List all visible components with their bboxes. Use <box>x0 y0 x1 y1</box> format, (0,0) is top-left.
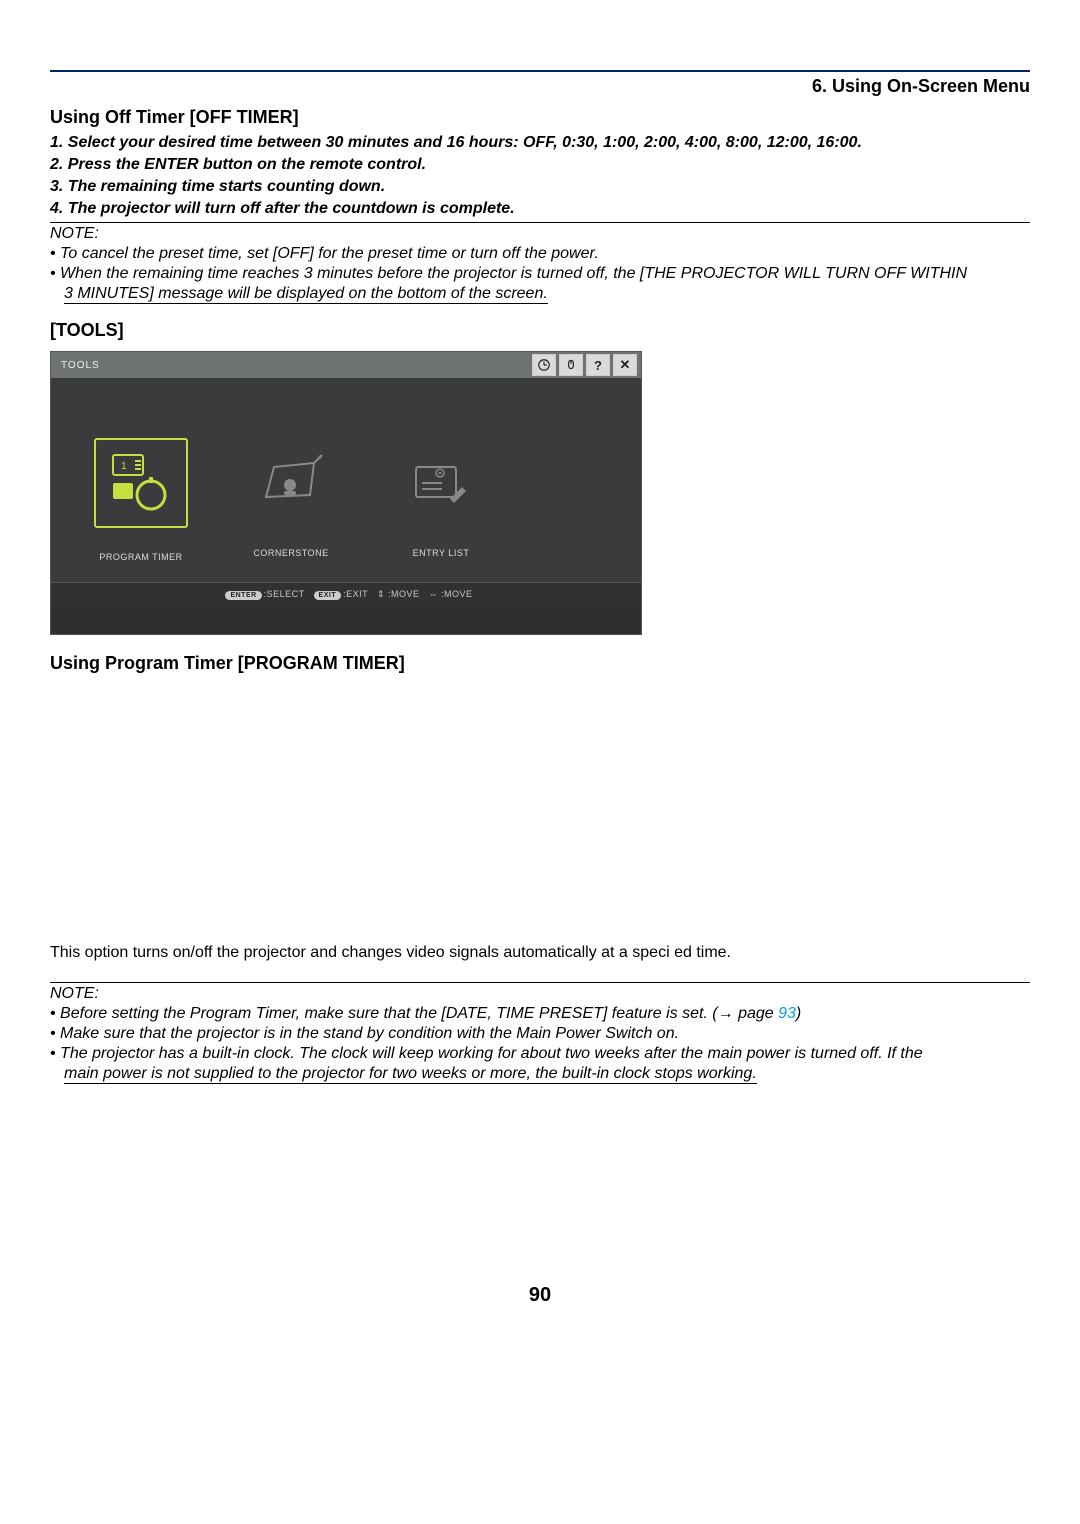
pt-note-1: • Before setting the Program Timer, make… <box>50 1005 1030 1023</box>
pt-note-3b: main power is not supplied to the projec… <box>64 1065 757 1084</box>
off-timer-note-2a: • When the remaining time reaches 3 minu… <box>50 265 1030 283</box>
page-number: 90 <box>50 1284 1030 1307</box>
note-label-2: NOTE: <box>50 985 1030 1003</box>
select-hint: :SELECT <box>264 589 305 599</box>
chapter-title: 6. Using On-Screen Menu <box>50 76 1030 97</box>
close-icon[interactable]: ✕ <box>613 354 637 376</box>
exit-hint: :EXIT <box>343 589 368 599</box>
program-timer-heading: Using Program Timer [PROGRAM TIMER] <box>50 653 1030 674</box>
note-label: NOTE: <box>50 225 1030 243</box>
enter-pill: ENTER <box>225 591 261 600</box>
mouse-icon[interactable] <box>559 354 583 376</box>
pt-note-3a: • The projector has a built-in clock. Th… <box>50 1045 1030 1063</box>
tools-panel: TOOLS ? ✕ 1 <box>50 351 642 635</box>
off-timer-note-1: • To cancel the preset time, set [OFF] f… <box>50 245 1030 263</box>
clock-icon[interactable] <box>532 354 556 376</box>
divider <box>50 982 1030 983</box>
entry-list-icon <box>396 438 486 524</box>
cornerstone-item[interactable]: CORNERSTONE <box>231 438 351 562</box>
svg-text:1: 1 <box>121 461 127 472</box>
off-timer-heading: Using Off Timer [OFF TIMER] <box>50 107 1030 128</box>
program-timer-label: PROGRAM TIMER <box>81 552 201 562</box>
tools-titlebar: TOOLS ? ✕ <box>51 352 641 378</box>
tools-footer: ENTER:SELECT EXIT:EXIT ⇕ :MOVE ⇔ :MOVE <box>51 582 641 606</box>
page-link-93[interactable]: 93 <box>778 1005 796 1022</box>
tools-heading: [TOOLS] <box>50 320 1030 341</box>
move-horiz-hint: ⇔ :MOVE <box>429 589 473 599</box>
pt-note-1b: ) <box>796 1005 801 1022</box>
tools-body: 1 PROGRAM TIMER <box>51 378 641 582</box>
divider <box>50 222 1030 223</box>
entry-list-item[interactable]: ENTRY LIST <box>381 438 501 562</box>
off-timer-step-2: 2. Press the ENTER button on the remote … <box>50 156 1030 174</box>
help-icon[interactable]: ? <box>586 354 610 376</box>
off-timer-step-3: 3. The remaining time starts counting do… <box>50 178 1030 196</box>
header-rule <box>50 70 1030 72</box>
tools-bottom-pad <box>51 606 641 634</box>
off-timer-step-4: 4. The projector will turn off after the… <box>50 200 1030 218</box>
cornerstone-label: CORNERSTONE <box>231 548 351 558</box>
move-vert-hint: ⇕ :MOVE <box>377 589 420 599</box>
exit-pill: EXIT <box>314 591 342 600</box>
pt-note-2: • Make sure that the projector is in the… <box>50 1025 1030 1043</box>
program-timer-item[interactable]: 1 PROGRAM TIMER <box>81 438 201 562</box>
entry-list-label: ENTRY LIST <box>381 548 501 558</box>
program-timer-desc: This option turns on/off the projector a… <box>50 944 1030 962</box>
program-timer-icon: 1 <box>94 438 188 528</box>
off-timer-note-2b: 3 MINUTES] message will be displayed on … <box>64 285 548 304</box>
tools-title: TOOLS <box>55 360 100 371</box>
off-timer-step-1: 1. Select your desired time between 30 m… <box>50 134 1030 152</box>
pt-note-1a: • Before setting the Program Timer, make… <box>50 1005 778 1022</box>
cornerstone-icon <box>246 438 336 524</box>
